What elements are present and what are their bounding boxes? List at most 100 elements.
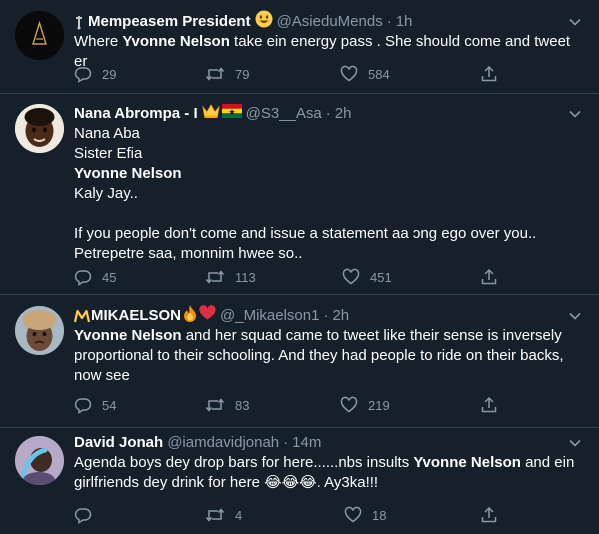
reply-count: 45 bbox=[102, 269, 117, 285]
retweet-button[interactable]: 79 bbox=[205, 65, 249, 83]
chevron-down-icon[interactable] bbox=[565, 433, 585, 453]
reply-icon bbox=[74, 270, 92, 286]
share-icon bbox=[481, 65, 497, 82]
reply-icon bbox=[74, 67, 92, 83]
separator-dot: · bbox=[283, 434, 289, 451]
avatar[interactable] bbox=[15, 11, 64, 60]
like-count: 219 bbox=[368, 397, 390, 413]
user-handle[interactable]: @S3__Asa bbox=[246, 104, 322, 124]
like-count: 451 bbox=[370, 269, 392, 285]
retweet-icon bbox=[205, 508, 225, 522]
reply-icon bbox=[74, 508, 92, 524]
text-segment: and ein bbox=[520, 454, 575, 471]
heart-icon bbox=[340, 396, 358, 413]
reply-count: 54 bbox=[102, 397, 117, 413]
smile-emoji-icon bbox=[255, 10, 273, 34]
heart-icon bbox=[344, 506, 362, 523]
like-button[interactable]: 18 bbox=[344, 506, 386, 524]
timestamp[interactable]: 1h bbox=[396, 12, 413, 32]
text-segment: If you people don't come and issue a sta… bbox=[74, 225, 537, 242]
chevron-down-icon[interactable] bbox=[565, 104, 585, 124]
text-line: Petrepetre saa, monnim hwee so.. bbox=[74, 244, 585, 264]
tweet-body: MIKAELSON @_Mikaelson1 · 2h Yvonne Nelso… bbox=[74, 305, 585, 386]
tweet-actions: 45 113 451 bbox=[74, 267, 497, 287]
reply-button[interactable] bbox=[74, 506, 102, 524]
timestamp[interactable]: 14m bbox=[292, 433, 321, 453]
reply-button[interactable]: 29 bbox=[74, 65, 116, 83]
text-line: Agenda boys dey drop bars for here......… bbox=[74, 453, 585, 473]
text-line: If you people don't come and issue a sta… bbox=[74, 224, 585, 244]
reply-count: 29 bbox=[102, 66, 117, 82]
timestamp[interactable]: 2h bbox=[335, 104, 352, 124]
like-button[interactable]: 451 bbox=[342, 268, 392, 286]
retweet-count: 4 bbox=[235, 507, 243, 523]
user-handle[interactable]: @iamdavidjonah bbox=[167, 433, 279, 453]
text-segment: now see bbox=[74, 367, 130, 384]
tweet-actions: 4 18 bbox=[74, 505, 497, 525]
retweet-button[interactable]: 113 bbox=[205, 268, 256, 286]
display-name[interactable]: MIKAELSON bbox=[91, 306, 181, 326]
chevron-down-icon[interactable] bbox=[565, 306, 585, 326]
retweet-icon bbox=[205, 270, 225, 284]
like-count: 18 bbox=[372, 507, 387, 523]
share-icon bbox=[481, 268, 497, 285]
share-button[interactable] bbox=[480, 65, 498, 83]
separator-dot: · bbox=[323, 307, 329, 324]
chevron-down-icon[interactable] bbox=[565, 12, 585, 32]
tweet[interactable]: Nana Abrompa - I @S3__Asa · 2h Nana Aba … bbox=[0, 94, 599, 295]
tweet-header: Nana Abrompa - I @S3__Asa · 2h bbox=[74, 104, 585, 124]
tweet-text: Yvonne Nelson and her squad came to twee… bbox=[74, 326, 585, 386]
text-line: Yvonne Nelson and her squad came to twee… bbox=[74, 326, 585, 346]
avatar[interactable] bbox=[15, 306, 64, 355]
tweet[interactable]: MIKAELSON @_Mikaelson1 · 2h Yvonne Nelso… bbox=[0, 295, 599, 428]
text-segment: and her squad came to tweet like their s… bbox=[181, 327, 562, 344]
text-line: girlfriends dey drink for here 😂😂😂. Ay3k… bbox=[74, 473, 585, 493]
retweet-button[interactable]: 4 bbox=[205, 506, 242, 524]
tweet-body: Mempeasem President @AsieduMends · 1h Wh… bbox=[74, 10, 585, 72]
retweet-icon bbox=[205, 398, 225, 412]
tweet-actions: 29 79 584 bbox=[74, 64, 497, 84]
like-button[interactable]: 219 bbox=[340, 396, 390, 414]
text-segment: Petrepetre saa, monnim hwee so.. bbox=[74, 245, 303, 262]
timestamp[interactable]: 2h bbox=[332, 306, 349, 326]
tweet-body: David Jonah @iamdavidjonah · 14m Agenda … bbox=[74, 433, 585, 493]
display-name[interactable]: Nana Abrompa - I bbox=[74, 104, 198, 124]
display-name[interactable]: Mempeasem President bbox=[88, 12, 251, 32]
user-handle[interactable]: @_Mikaelson1 bbox=[220, 306, 319, 326]
highlighted-name: Yvonne Nelson bbox=[122, 33, 230, 50]
user-handle[interactable]: @AsieduMends bbox=[277, 12, 383, 32]
crown-emoji-icon bbox=[74, 14, 84, 30]
m-logo-icon bbox=[74, 309, 90, 323]
separator-dot: · bbox=[325, 105, 331, 122]
retweet-button[interactable]: 83 bbox=[205, 396, 249, 414]
share-icon bbox=[481, 396, 497, 413]
tweet-header: MIKAELSON @_Mikaelson1 · 2h bbox=[74, 305, 585, 326]
text-segment: Agenda boys dey drop bars for here......… bbox=[74, 454, 414, 471]
heart-icon bbox=[340, 65, 358, 82]
like-button[interactable]: 584 bbox=[340, 65, 390, 83]
retweet-count: 79 bbox=[235, 66, 250, 82]
reply-button[interactable]: 45 bbox=[74, 268, 116, 286]
highlighted-name: Yvonne Nelson bbox=[413, 454, 521, 471]
timeline: Mempeasem President @AsieduMends · 1h Wh… bbox=[0, 0, 599, 534]
text-line: Kaly Jay.. bbox=[74, 184, 585, 204]
text-segment: girlfriends dey drink for here bbox=[74, 474, 265, 491]
text-segment: Where bbox=[74, 33, 123, 50]
share-icon bbox=[481, 506, 497, 523]
retweet-count: 83 bbox=[235, 397, 250, 413]
avatar[interactable] bbox=[15, 104, 64, 153]
highlighted-name: Yvonne Nelson bbox=[74, 327, 182, 344]
tweet-header: David Jonah @iamdavidjonah · 14m bbox=[74, 433, 585, 453]
display-name[interactable]: David Jonah bbox=[74, 433, 163, 453]
tweet[interactable]: Mempeasem President @AsieduMends · 1h Wh… bbox=[0, 0, 599, 94]
tweet-header: Mempeasem President @AsieduMends · 1h bbox=[74, 10, 585, 34]
reply-button[interactable]: 54 bbox=[74, 396, 116, 414]
share-button[interactable] bbox=[480, 268, 498, 286]
avatar[interactable] bbox=[15, 436, 64, 485]
share-button[interactable] bbox=[480, 506, 498, 524]
share-button[interactable] bbox=[480, 396, 498, 414]
separator-dot: · bbox=[386, 13, 392, 30]
tweet-body: Nana Abrompa - I @S3__Asa · 2h Nana Aba … bbox=[74, 104, 585, 264]
tweet[interactable]: David Jonah @iamdavidjonah · 14m Agenda … bbox=[0, 428, 599, 534]
retweet-icon bbox=[205, 67, 225, 81]
